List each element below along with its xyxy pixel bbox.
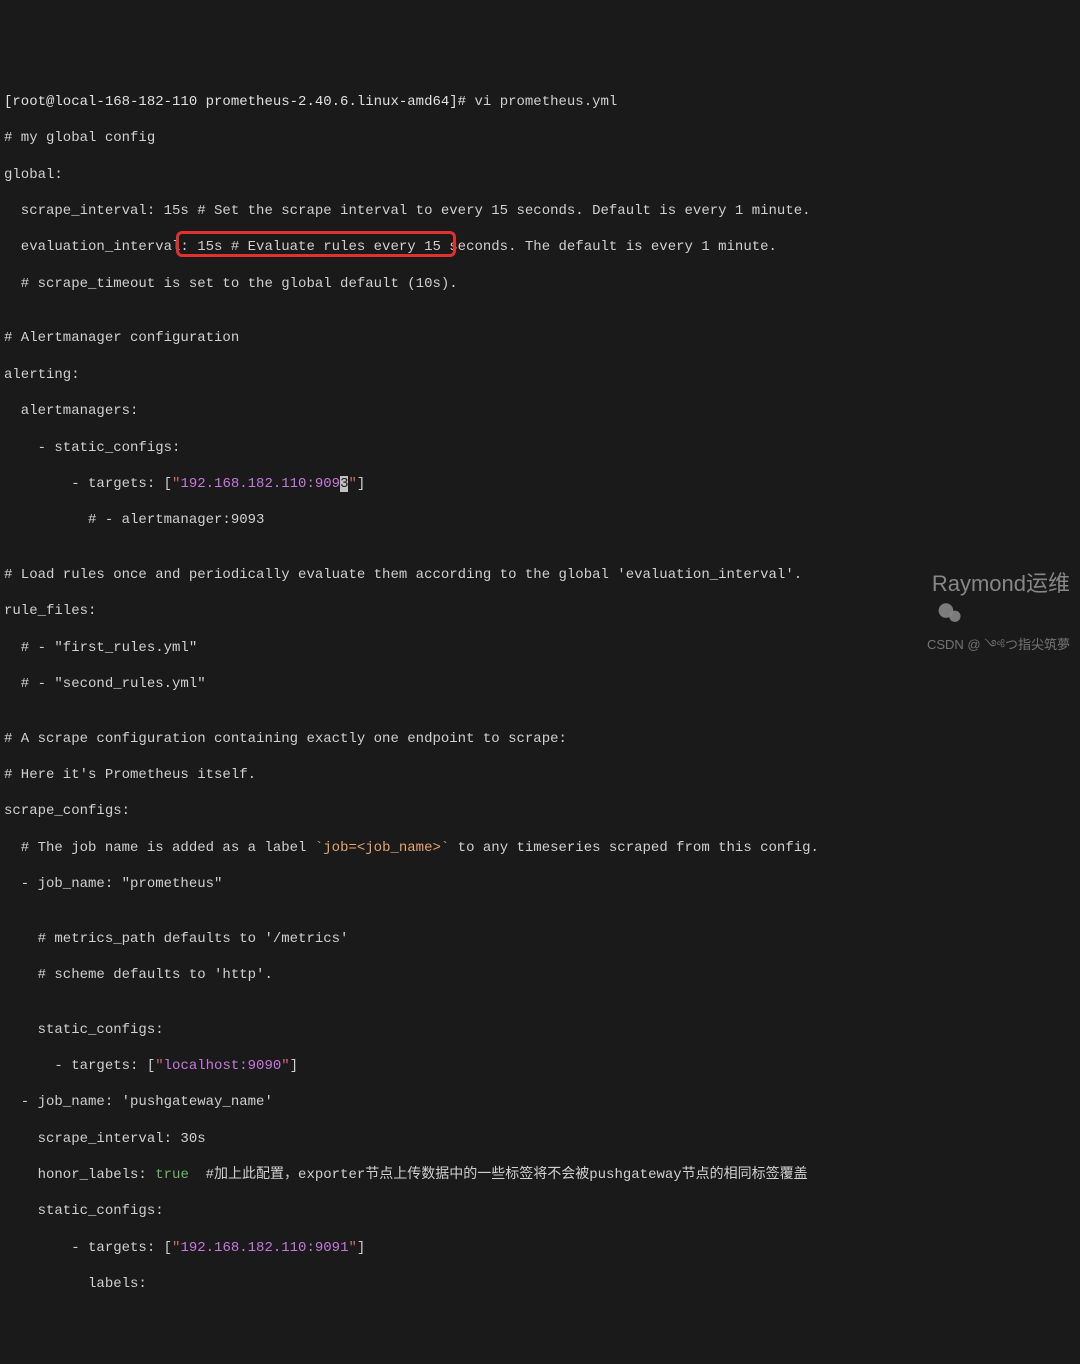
config-line: evaluation_interval: 15s # Evaluate rule… xyxy=(4,238,1076,256)
pushgateway-ip: 192.168.182.110:9091 xyxy=(180,1240,348,1256)
config-line: # - alertmanager:9093 xyxy=(4,511,1076,529)
terminal-output[interactable]: [root@local-168-182-110 prometheus-2.40.… xyxy=(4,75,1076,1312)
config-line: scrape_interval: 15s # Set the scrape in… xyxy=(4,202,1076,220)
config-line: global: xyxy=(4,166,1076,184)
config-line: # - "first_rules.yml" xyxy=(4,639,1076,657)
prometheus-target: localhost:9090 xyxy=(164,1058,282,1074)
pushgateway-targets-line: - targets: ["192.168.182.110:9091"] xyxy=(4,1239,1076,1257)
config-line: labels: xyxy=(4,1275,1076,1293)
config-line: # Here it's Prometheus itself. xyxy=(4,766,1076,784)
config-line: alertmanagers: xyxy=(4,402,1076,420)
config-line: alerting: xyxy=(4,366,1076,384)
alertmanager-targets-line: - targets: ["192.168.182.110:9093"] xyxy=(4,475,1076,493)
config-line: # Alertmanager configuration xyxy=(4,329,1076,347)
config-line: # A scrape configuration containing exac… xyxy=(4,730,1076,748)
config-line: - job_name: "prometheus" xyxy=(4,875,1076,893)
config-line: # metrics_path defaults to '/metrics' xyxy=(4,930,1076,948)
config-line: - job_name: 'pushgateway_name' xyxy=(4,1093,1076,1111)
config-line: # scrape_timeout is set to the global de… xyxy=(4,275,1076,293)
config-line: # my global config xyxy=(4,129,1076,147)
shell-prompt: [root@local-168-182-110 prometheus-2.40.… xyxy=(4,94,474,110)
config-line: static_configs: xyxy=(4,1202,1076,1220)
config-line: - static_configs: xyxy=(4,439,1076,457)
true-keyword: true xyxy=(155,1167,189,1183)
command-text: vi prometheus.yml xyxy=(474,94,617,110)
config-line: scrape_interval: 30s xyxy=(4,1130,1076,1148)
alertmanager-ip: 192.168.182.110:909 xyxy=(180,476,340,492)
honor-labels-line: honor_labels: true #加上此配置，exporter节点上传数据… xyxy=(4,1166,1076,1184)
config-line: # scheme defaults to 'http'. xyxy=(4,966,1076,984)
config-line: # Load rules once and periodically evalu… xyxy=(4,566,1076,584)
config-line: # - "second_rules.yml" xyxy=(4,675,1076,693)
prometheus-targets-line: - targets: ["localhost:9090"] xyxy=(4,1057,1076,1075)
job-label-comment: # The job name is added as a label `job=… xyxy=(4,839,1076,857)
config-line: rule_files: xyxy=(4,602,1076,620)
config-line: static_configs: xyxy=(4,1021,1076,1039)
config-line: scrape_configs: xyxy=(4,802,1076,820)
